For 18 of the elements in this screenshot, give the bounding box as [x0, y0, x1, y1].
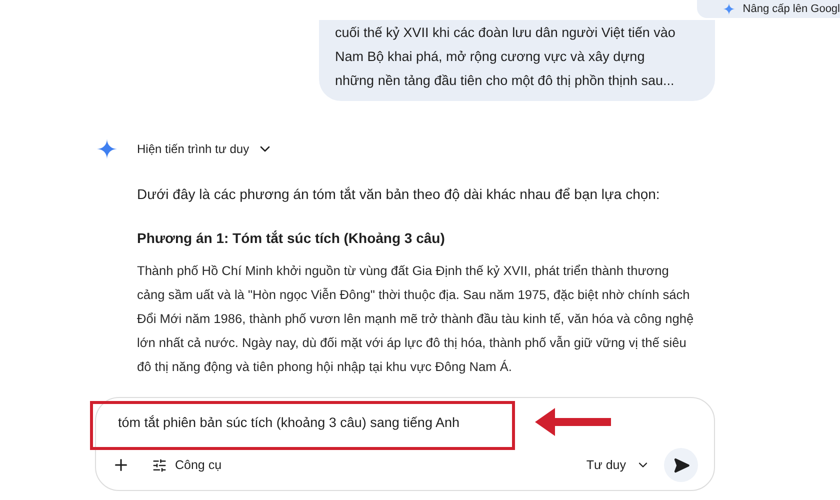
summary-paragraph: Thành phố Hồ Chí Minh khởi nguồn từ vùng đất Gia Định thế kỷ XVII, phát triển thành thương cảng sầm uất và là "Hòn ngọc Viễn Đông" thời thuộc địa. Sau năm 1975, đặc biệt nhờ chính sách Đổi Mới năm 1986, thành phố vươn lên mạnh mẽ trở thành đầu tàu kinh tế, văn hóa và công nghệ lớn nhất cả nước. Ngày nay, dù đối mặt với áp lực đô thị hóa, thành phố vẫn giữ vững vị thế siêu đô thị năng động và tiên phong hội nhập tại khu vực Đông Nam Á. [137, 262, 695, 376]
thinking-toggle[interactable]: Hiện tiến trình tư duy [137, 140, 274, 158]
prompt-field[interactable]: tóm tắt phiên bản súc tích (khoảng 3 câu) sang tiếng Anh [118, 412, 498, 434]
message-text: Nam Bộ khai phá, mở rộng cương vực và xây dựng [335, 48, 646, 66]
send-button[interactable] [664, 448, 698, 482]
sparkle-icon [97, 139, 117, 159]
add-icon[interactable] [112, 456, 130, 474]
tools-button[interactable]: Công cụ [152, 456, 222, 474]
message-text: cuối thế kỷ XVII khi các đoàn lưu dân người Việt tiến vào [335, 24, 676, 42]
tools-icon [152, 458, 167, 472]
mode-selector[interactable]: Tư duy [586, 456, 650, 474]
intro-text: Dưới đây là các phương án tóm tắt văn bản theo độ dài khác nhau để bạn lựa chọn: [137, 185, 661, 204]
section-heading: Phương án 1: Tóm tắt súc tích (Khoảng 3 câu) [137, 229, 446, 248]
send-icon [672, 456, 690, 474]
sparkle-icon [722, 3, 735, 15]
message-text: những nền tảng đầu tiên cho một đô thị phồn thịnh sau... [335, 72, 676, 90]
upgrade-button[interactable]: Nâng cấp lên Googl [696, 0, 840, 18]
arrow-icon [535, 408, 611, 436]
